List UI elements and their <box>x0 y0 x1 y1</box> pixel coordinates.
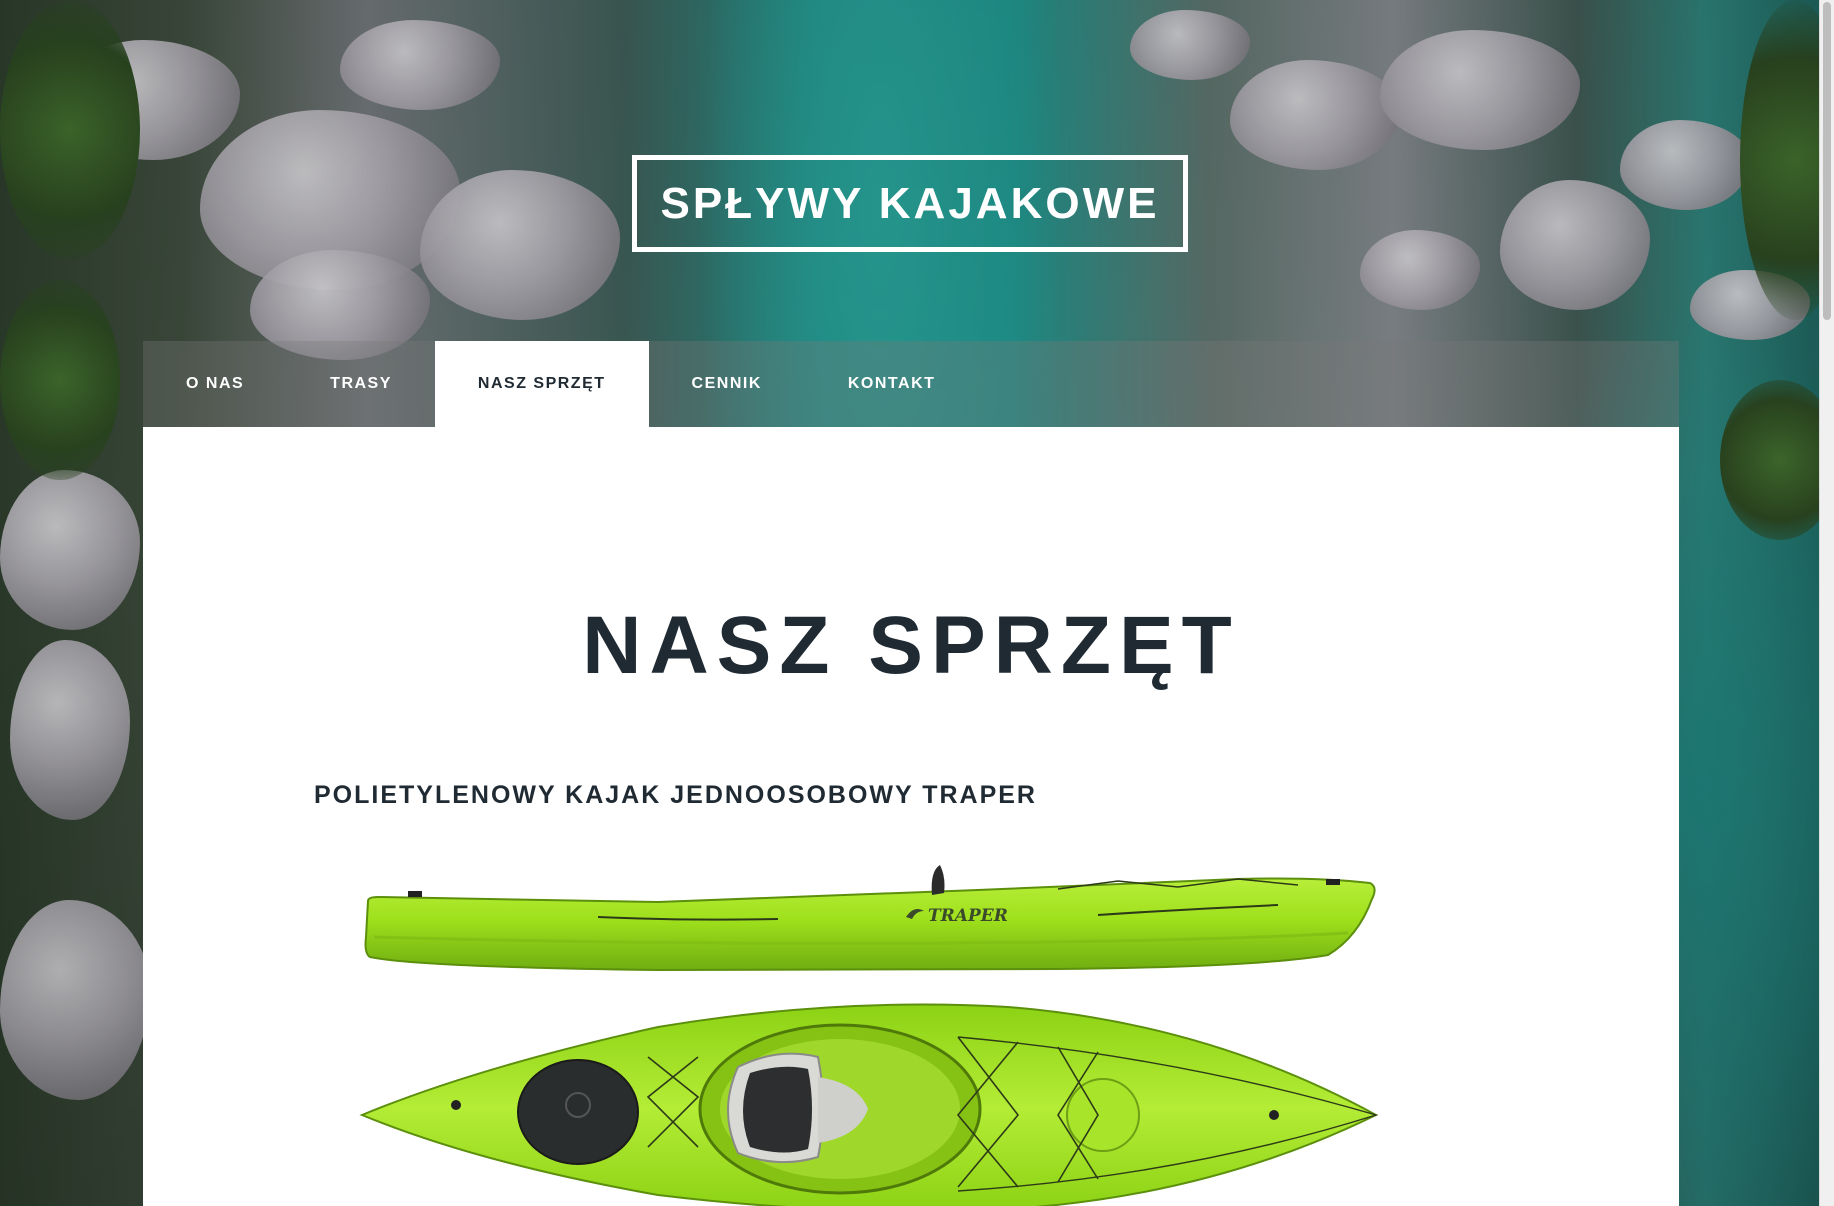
nav-item-nasz-sprzet[interactable]: NASZ SPRZĘT <box>434 341 649 427</box>
page-scrollbar[interactable] <box>1819 0 1834 1206</box>
site-title[interactable]: SPŁYWY KAJAKOWE <box>632 155 1188 252</box>
nav-item-kontakt[interactable]: KONTAKT <box>805 341 979 427</box>
product-title: POLIETYLENOWY KAJAK JEDNOOSOBOWY TRAPER <box>314 781 1037 809</box>
nav-item-cennik[interactable]: CENNIK <box>649 341 805 427</box>
scrollbar-thumb[interactable] <box>1823 2 1831 320</box>
main-nav: O NAS TRASY NASZ SPRZĘT CENNIK KONTAKT <box>143 341 1679 427</box>
kayak-top-view <box>359 1003 1379 1206</box>
nav-item-trasy[interactable]: TRASY <box>287 341 435 427</box>
nav-item-o-nas[interactable]: O NAS <box>143 341 287 427</box>
traper-logo: TRAPER <box>928 906 1008 926</box>
page-title: NASZ SPRZĘT <box>582 600 1240 691</box>
content-panel: NASZ SPRZĘT POLIETYLENOWY KAJAK JEDNOOSO… <box>143 427 1679 1206</box>
kayak-product-image: TRAPER <box>359 865 1379 1206</box>
kayak-side-view: TRAPER <box>364 865 1376 972</box>
